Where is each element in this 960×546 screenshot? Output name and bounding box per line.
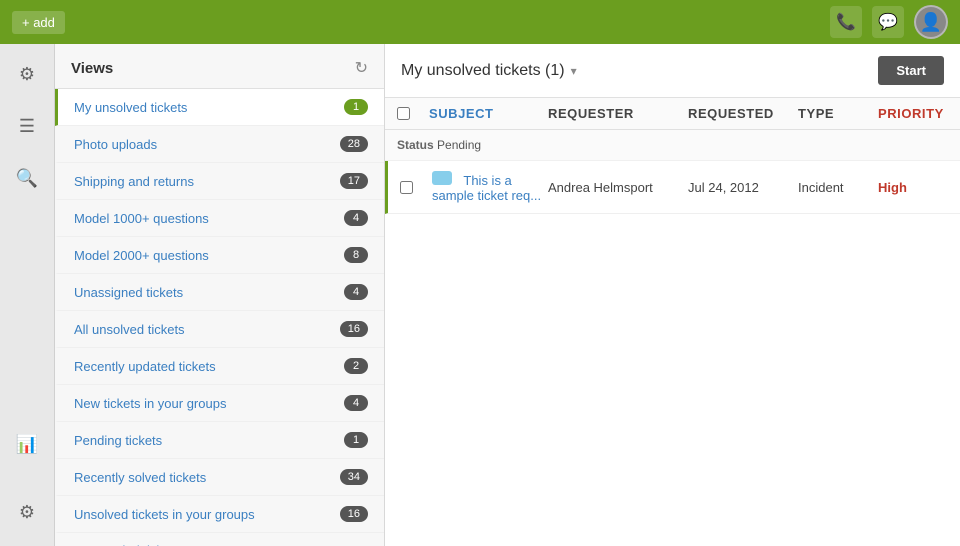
- view-badge-0: 1: [344, 99, 368, 115]
- view-item-label-5: Unassigned tickets: [74, 285, 344, 300]
- icon-sidebar: ⚙ ☰ 🔍 📊 ⚙: [0, 44, 55, 546]
- phone-icon[interactable]: 📞: [830, 6, 862, 38]
- avatar[interactable]: 👤: [914, 5, 948, 39]
- view-item-10[interactable]: Recently solved tickets34: [55, 459, 384, 496]
- ticket-table: Subject Requester Requested Type Priorit…: [385, 98, 960, 546]
- row-check-col: [400, 181, 432, 194]
- view-badge-3: 4: [344, 210, 368, 226]
- view-item-0[interactable]: My unsolved tickets1: [55, 89, 384, 126]
- settings-icon[interactable]: ⚙: [9, 56, 45, 92]
- view-item-label-4: Model 2000+ questions: [74, 248, 344, 263]
- header-check-col: [397, 107, 429, 120]
- view-item-3[interactable]: Model 1000+ questions4: [55, 200, 384, 237]
- ticket-requested: Jul 24, 2012: [688, 180, 798, 195]
- view-badge-6: 16: [340, 321, 368, 337]
- view-item-7[interactable]: Recently updated tickets2: [55, 348, 384, 385]
- topbar: + add 📞 💬 👤: [0, 0, 960, 44]
- table-row[interactable]: This is a sample ticket req... Andrea He…: [385, 161, 960, 214]
- main-layout: ⚙ ☰ 🔍 📊 ⚙ Views ↻ My unsolved tickets1Ph…: [0, 44, 960, 546]
- view-badge-8: 4: [344, 395, 368, 411]
- view-badge-1: 28: [340, 136, 368, 152]
- view-badge-10: 34: [340, 469, 368, 485]
- view-item-9[interactable]: Pending tickets1: [55, 422, 384, 459]
- views-panel: Views ↻ My unsolved tickets1Photo upload…: [55, 44, 385, 546]
- select-all-checkbox[interactable]: [397, 107, 410, 120]
- views-list: My unsolved tickets1Photo uploads28Shipp…: [55, 89, 384, 546]
- ticket-requester: Andrea Helmsport: [548, 180, 688, 195]
- views-title: Views: [71, 60, 113, 77]
- ticket-type: Incident: [798, 180, 878, 195]
- status-value: Pending: [437, 138, 481, 152]
- views-header: Views ↻: [55, 44, 384, 89]
- view-item-2[interactable]: Shipping and returns17: [55, 163, 384, 200]
- view-item-5[interactable]: Unassigned tickets4: [55, 274, 384, 311]
- start-button[interactable]: Start: [878, 56, 944, 85]
- view-badge-7: 2: [344, 358, 368, 374]
- add-button[interactable]: + add: [12, 11, 65, 34]
- header-requester: Requester: [548, 106, 688, 121]
- view-item-label-6: All unsolved tickets: [74, 322, 340, 337]
- view-item-label-7: Recently updated tickets: [74, 359, 344, 374]
- ticket-priority: High: [878, 180, 948, 195]
- status-label: Status: [397, 138, 437, 152]
- view-badge-2: 17: [340, 173, 368, 189]
- dropdown-arrow-icon[interactable]: ▾: [571, 64, 577, 78]
- view-badge-4: 8: [344, 247, 368, 263]
- view-item-8[interactable]: New tickets in your groups4: [55, 385, 384, 422]
- refresh-icon[interactable]: ↻: [355, 58, 368, 78]
- search-icon[interactable]: 🔍: [9, 160, 45, 196]
- view-item-label-0: My unsolved tickets: [74, 100, 344, 115]
- view-item-label-2: Shipping and returns: [74, 174, 340, 189]
- view-badge-5: 4: [344, 284, 368, 300]
- topbar-right: 📞 💬 👤: [830, 5, 948, 39]
- row-checkbox[interactable]: [400, 181, 413, 194]
- ticket-type-icon: [432, 171, 452, 185]
- view-item-label-1: Photo uploads: [74, 137, 340, 152]
- view-item-4[interactable]: Model 2000+ questions8: [55, 237, 384, 274]
- view-item-6[interactable]: All unsolved tickets16: [55, 311, 384, 348]
- view-item-label-8: New tickets in your groups: [74, 396, 344, 411]
- topbar-left: + add: [12, 11, 65, 34]
- chat-icon[interactable]: 💬: [872, 6, 904, 38]
- view-item-label-3: Model 1000+ questions: [74, 211, 344, 226]
- view-item-label-10: Recently solved tickets: [74, 470, 340, 485]
- settings2-icon[interactable]: ⚙: [9, 494, 45, 530]
- header-type: Type: [798, 106, 878, 121]
- content-title-text: My unsolved tickets (1): [401, 62, 565, 80]
- view-item-label-11: Unsolved tickets in your groups: [74, 507, 340, 522]
- chart-icon[interactable]: 📊: [9, 426, 45, 462]
- menu-icon[interactable]: ☰: [9, 108, 45, 144]
- view-item-1[interactable]: Photo uploads28: [55, 126, 384, 163]
- table-header: Subject Requester Requested Type Priorit…: [385, 98, 960, 130]
- view-badge-9: 1: [344, 432, 368, 448]
- content-title: My unsolved tickets (1) ▾: [401, 62, 577, 80]
- ticket-subject-col: This is a sample ticket req...: [432, 171, 548, 203]
- content-header: My unsolved tickets (1) ▾ Start: [385, 44, 960, 98]
- status-row: Status Pending: [385, 130, 960, 161]
- header-requested: Requested: [688, 106, 798, 121]
- view-item-11[interactable]: Unsolved tickets in your groups16: [55, 496, 384, 533]
- add-button-label: + add: [22, 15, 55, 30]
- header-subject: Subject: [429, 106, 548, 121]
- view-item-12[interactable]: Suspended tickets: [55, 533, 384, 546]
- view-item-label-9: Pending tickets: [74, 433, 344, 448]
- content-area: My unsolved tickets (1) ▾ Start Subject …: [385, 44, 960, 546]
- header-priority: Priority: [878, 106, 948, 121]
- view-badge-11: 16: [340, 506, 368, 522]
